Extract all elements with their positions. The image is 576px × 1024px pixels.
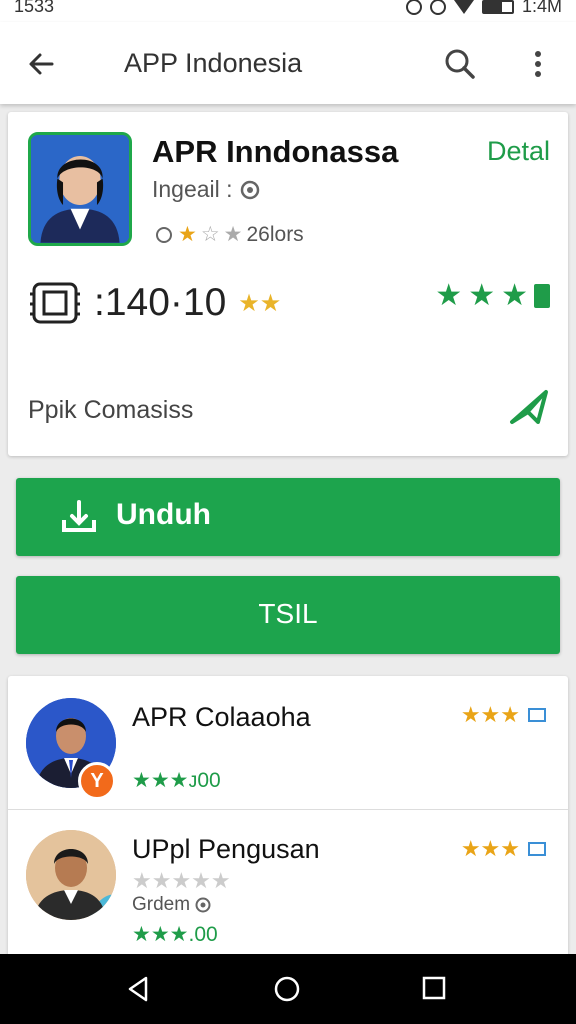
nav-recent-apps-icon[interactable]	[420, 974, 448, 1002]
status-icons: 1:4M	[405, 0, 562, 17]
status-time-left: 1533	[14, 0, 55, 16]
app-category: Ppik Comasiss	[28, 396, 194, 424]
globe-icon	[195, 897, 211, 913]
star-half-icon: ★	[223, 223, 243, 246]
size-row: :140·10 ★★	[28, 278, 281, 328]
status-time-right: 1:4M	[521, 0, 562, 16]
search-icon[interactable]	[440, 44, 480, 84]
storage-icon	[30, 282, 80, 324]
star-empty-icon: ★★★★★	[132, 868, 231, 893]
star-green-icon: ★	[435, 279, 463, 312]
download-icon	[62, 500, 96, 532]
related-apps-card: Y APR Colaaoha ★★★ ★★★ᴊ00 UPpl Pengusan …	[8, 676, 568, 958]
rating-row: ★ ☆ ★ 26lors	[154, 222, 304, 247]
green-rating-stars: ★ ★ ★	[435, 278, 550, 313]
bookmark-icon	[534, 283, 550, 308]
sync-icon	[429, 0, 446, 15]
globe-icon	[240, 180, 259, 199]
system-nav-bar	[0, 954, 576, 1024]
app-bar: APP Indonesia	[0, 22, 576, 104]
rating-count: 26lors	[246, 222, 304, 246]
developer-name: Grdem	[132, 894, 191, 915]
developer-row[interactable]: Ingeail :	[152, 176, 261, 203]
list-item-rating: ★★★	[461, 836, 548, 862]
person-portrait-icon	[31, 135, 129, 243]
star-empty-icon: ☆	[200, 223, 220, 246]
detail-link[interactable]: Detal	[487, 136, 550, 167]
avatar	[26, 830, 116, 920]
secondary-button[interactable]: TSIL	[16, 576, 560, 654]
download-label: Unduh	[116, 498, 211, 531]
list-item[interactable]: UPpl Pengusan ★★★ ★★★★★ Grdem ★★★.00	[8, 810, 568, 958]
size-stars-icon: ★★	[238, 289, 282, 317]
list-item-rating-text: ★★★ᴊ00	[132, 769, 221, 792]
star-green-icon: ★	[501, 279, 528, 312]
share-icon[interactable]	[508, 388, 550, 426]
back-arrow-icon[interactable]	[22, 44, 62, 84]
person-avatar-icon	[26, 830, 116, 920]
secondary-button-label: TSIL	[258, 598, 318, 629]
list-item-rating: ★★★	[461, 702, 548, 728]
developer-row: Grdem	[132, 894, 212, 916]
list-item-title: APR Colaaoha	[132, 702, 311, 732]
empty-stars: ★★★★★	[132, 868, 231, 894]
bookmark-outline-icon[interactable]	[526, 705, 548, 725]
star-filled-icon: ★	[178, 223, 197, 246]
wifi-icon	[453, 0, 474, 14]
app-name: APR Inndonassa	[152, 134, 399, 169]
page-title: APP Indonesia	[124, 48, 303, 78]
status-bar: 1533 1:4M	[0, 0, 576, 22]
developer-name: Ingeail :	[152, 176, 233, 202]
nav-home-icon[interactable]	[272, 974, 302, 1004]
star-green-icon: ★	[468, 279, 496, 312]
stars-icon: ★★★	[460, 836, 520, 861]
bookmark-outline-icon[interactable]	[526, 839, 548, 859]
list-item-title: UPpl Pengusan	[132, 834, 320, 864]
app-icon	[28, 132, 132, 246]
size-value: :140·10	[94, 281, 227, 324]
app-badge: Y	[78, 762, 116, 800]
battery-icon	[481, 0, 514, 14]
download-button[interactable]: Unduh	[16, 478, 560, 556]
nav-back-icon[interactable]	[124, 974, 154, 1004]
stars-icon: ★★★	[460, 702, 520, 727]
more-options-icon[interactable]	[520, 44, 556, 84]
refresh-icon	[156, 226, 172, 243]
list-item-rating-text: ★★★.00	[132, 923, 218, 946]
list-item[interactable]: Y APR Colaaoha ★★★ ★★★ᴊ00	[8, 676, 568, 810]
app-info-card: APR Inndonassa Detal Ingeail : ★ ☆ ★ 26l…	[8, 112, 568, 456]
alarm-icon	[405, 0, 422, 15]
